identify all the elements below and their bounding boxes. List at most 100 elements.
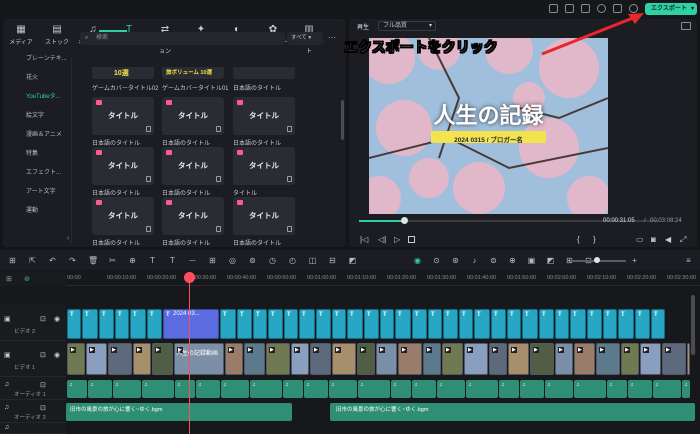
title-clip[interactable]: T [299,309,315,339]
audio-clip[interactable]: ♫ [466,380,498,398]
title-clip[interactable]: T [316,309,331,339]
collapse-icon[interactable]: ‹ [67,235,69,242]
title-clip[interactable]: T [347,309,363,339]
audio-clip[interactable]: ♫ [304,380,328,398]
audio-clip[interactable]: ♫ [113,380,141,398]
download-icon[interactable] [287,126,292,132]
audio-clip[interactable]: ♫ [412,380,436,398]
title-clip[interactable]: T [237,309,252,339]
audio-clip[interactable]: ♫ [437,380,465,398]
title-clip[interactable]: T [443,309,458,339]
video-clip[interactable]: ▶ [133,343,151,375]
title-thumbnail[interactable]: タイトル [92,97,154,135]
audio-clip[interactable]: ♫ [250,380,282,398]
download-icon[interactable] [146,176,151,182]
video-clip[interactable]: ▶ [152,343,173,375]
playback-mode[interactable]: 再生 [357,22,369,31]
audio-clip[interactable]: ♫ [329,380,357,398]
title-clip[interactable]: T [412,309,427,339]
timeline-tool-icon[interactable]: ⇱ [28,256,37,265]
search-input[interactable]: ⌕ 検索 [80,32,285,45]
title-clip-label[interactable]: 2024 03... [171,311,202,317]
title-clip[interactable]: T [115,309,129,339]
audio-clip[interactable]: ♫ [88,380,112,398]
timeline-tool-icon[interactable]: ⊟ [328,256,337,265]
more-icon[interactable]: ··· [328,33,336,42]
video-clip[interactable]: ▶ [464,343,488,375]
lock-icon[interactable]: ⊡ [40,351,46,359]
audio-clip[interactable]: ♫ [682,380,690,398]
video-clip[interactable]: ▶ [244,343,265,375]
camera-icon[interactable]: ◙ [651,235,656,244]
category-item[interactable]: エフェクト... [4,167,72,180]
title-clip[interactable]: T [635,309,650,339]
timeline-tool-icon[interactable]: T [148,256,157,265]
title-clip[interactable]: T [651,309,665,339]
timeline-tool-icon[interactable]: ♪ [470,256,479,265]
title-thumbnail[interactable]: タイトル [233,97,295,135]
title-clip[interactable]: T [507,309,521,339]
title-clip[interactable]: T [220,309,236,339]
category-item[interactable]: アート文字 [4,186,72,199]
video-clip[interactable]: ▶ [442,343,463,375]
video-clip[interactable]: ▶ [574,343,595,375]
mark-in-icon[interactable]: { [577,235,580,244]
title-clip[interactable]: T [395,309,411,339]
timeline-tool-icon[interactable]: ◴ [288,256,297,265]
timeline-tool-icon[interactable]: ◉ [413,256,422,265]
title-thumbnail[interactable]: タイトル [92,197,154,235]
timeline-tool-icon[interactable]: ⊞ [208,256,217,265]
timeline-tool-icon[interactable]: ◩ [348,256,357,265]
stop-icon[interactable] [408,236,415,243]
video-clip[interactable]: ▶ [621,343,639,375]
tab-1[interactable]: ▤ ストック [41,21,73,49]
quality-select[interactable]: フル品質 ▾ [378,21,436,31]
title-thumbnail[interactable]: タイトル [162,147,224,185]
add-track-icon[interactable]: ⊞ [6,275,12,283]
video-clip[interactable]: ▶ [489,343,507,375]
playhead-handle[interactable] [184,272,195,283]
audio-clip[interactable]: ♫ [283,380,303,398]
download-icon[interactable] [216,176,221,182]
timeline-tool-icon[interactable]: ⊕ [128,256,137,265]
eye-icon[interactable]: ◉ [54,315,60,323]
title-clip[interactable]: T [99,309,114,339]
prev-frame-icon[interactable]: |◁ [360,235,368,244]
audio-clip[interactable]: ♫ [175,380,195,398]
audio-clip[interactable]: ♫ [574,380,606,398]
video-clip[interactable]: ▶ [596,343,620,375]
audio-clip[interactable]: ♫ [196,380,220,398]
title-clip[interactable]: T [130,309,146,339]
timeline-tool-icon[interactable]: ◷ [268,256,277,265]
title-clip[interactable]: T [82,309,98,339]
video-clip[interactable]: ▶ [530,343,554,375]
link-icon[interactable]: ⊘ [24,275,30,283]
snapshot-icon[interactable] [681,22,691,30]
audio-clip[interactable]: ♫ [142,380,174,398]
category-item[interactable]: ブレーンテキ... [4,53,72,66]
video-clip[interactable]: ▶ [67,343,85,375]
title-clip[interactable]: T [67,309,81,339]
timeline-tool-icon[interactable]: ◩ [546,256,555,265]
video-clip[interactable]: ▶ [376,343,397,375]
title-clip[interactable]: T [364,309,379,339]
title-clip[interactable]: T [587,309,602,339]
title-clip[interactable]: T [284,309,298,339]
audio-clip[interactable]: ♫ [628,380,652,398]
title-clip[interactable]: T [253,309,267,339]
title-clip[interactable]: T [268,309,283,339]
video-clip[interactable]: ▶ [108,343,132,375]
video-clip[interactable]: ▶ [662,343,686,375]
audio-clip[interactable]: ♫ [607,380,627,398]
video-clip[interactable]: ▶ [508,343,529,375]
title-clip[interactable]: T [522,309,538,339]
timeline-tool-icon[interactable]: ⊙ [432,256,441,265]
download-icon[interactable] [216,226,221,232]
monitor-icon[interactable]: ▭ [636,235,644,244]
title-thumbnail[interactable]: タイトル [233,197,295,235]
sort-select[interactable]: すべて ▾ [287,32,323,45]
tab-0[interactable]: ▦ メディア [5,21,37,49]
timeline-tool-icon[interactable]: ⊛ [451,256,460,265]
timeline-tool-icon[interactable]: ▣ [527,256,536,265]
audio-clip[interactable]: ♫ [653,380,681,398]
